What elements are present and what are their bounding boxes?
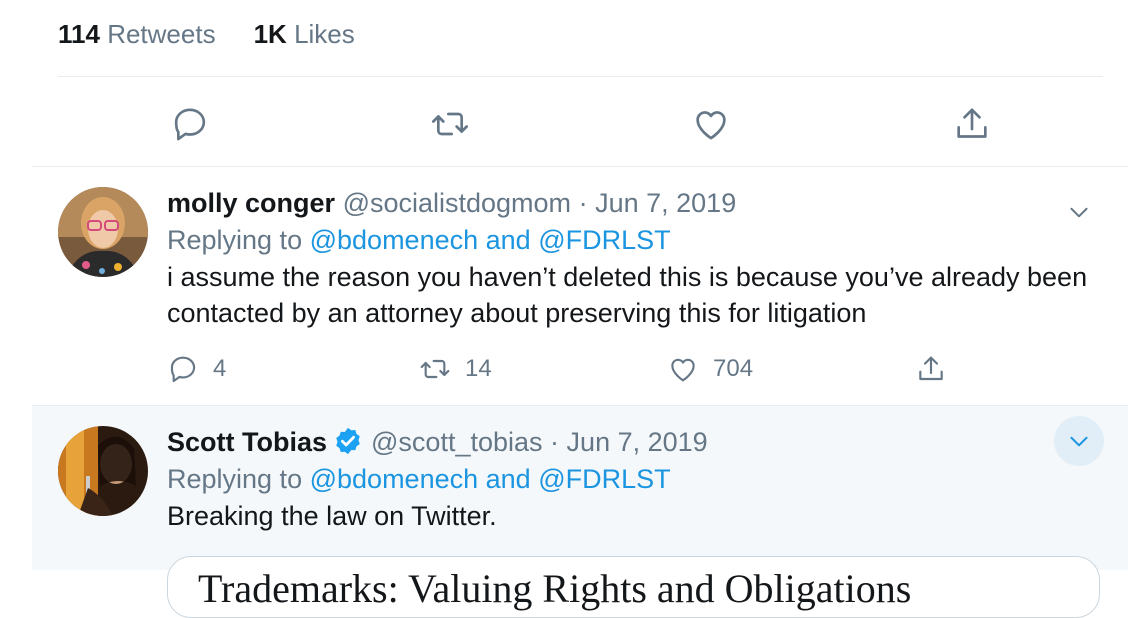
avatar-image — [58, 426, 148, 516]
separator: · — [578, 188, 588, 218]
tweet-date[interactable]: Jun 7, 2019 — [567, 427, 708, 457]
replying-to: Replying to @bdomenech and @FDRLST — [167, 460, 1088, 498]
tweet-menu-button[interactable] — [1054, 416, 1104, 466]
verified-badge-icon — [336, 427, 360, 455]
reply-tweet[interactable]: molly conger @socialistdogmom · Jun 7, 2… — [32, 167, 1128, 406]
avatar[interactable] — [58, 426, 148, 516]
user-handle[interactable]: @socialistdogmom — [343, 188, 572, 218]
link-card[interactable]: Trademarks: Valuing Rights and Obligatio… — [167, 556, 1100, 618]
likes-count: 1K — [253, 18, 287, 49]
replying-prefix: Replying to — [167, 225, 303, 255]
likes-stat[interactable]: 1K Likes — [254, 19, 355, 50]
reply-icon — [174, 108, 206, 141]
share-icon — [957, 108, 987, 138]
replying-to: Replying to @bdomenech and @FDRLST — [167, 221, 1088, 259]
avatar[interactable] — [58, 187, 148, 277]
retweet-icon — [420, 359, 450, 379]
tweet-stats: 114 Retweets 1K Likes — [58, 14, 393, 54]
avatar-image — [58, 187, 148, 277]
chevron-down-icon — [1070, 436, 1088, 447]
retweet-count: 14 — [465, 355, 492, 382]
user-name[interactable]: Scott Tobias — [167, 427, 327, 457]
tweet-menu-button[interactable] — [1054, 187, 1104, 237]
mention-link[interactable]: @FDRLST — [538, 464, 670, 494]
share-button[interactable] — [944, 96, 1000, 152]
and-text: and — [485, 225, 531, 255]
like-count: 704 — [713, 355, 754, 382]
likes-label: Likes — [294, 18, 355, 49]
separator: · — [550, 427, 560, 457]
mention-link[interactable]: @FDRLST — [538, 225, 670, 255]
reply-button[interactable] — [162, 96, 218, 152]
mention-link[interactable]: @bdomenech — [310, 464, 479, 494]
tweet-header: Scott Tobias @scott_tobias · Jun 7, 2019 — [167, 424, 1088, 460]
reply-count: 4 — [213, 355, 227, 382]
chevron-down-icon — [1070, 207, 1088, 218]
like-button[interactable] — [683, 96, 739, 152]
retweets-label: Retweets — [107, 18, 216, 49]
reply-button[interactable]: 4 — [167, 349, 226, 389]
mention-link[interactable]: @bdomenech — [310, 225, 479, 255]
retweet-icon — [432, 112, 468, 136]
like-button[interactable]: 704 — [667, 349, 753, 389]
share-icon — [919, 356, 943, 381]
retweets-stat[interactable]: 114 Retweets — [58, 19, 216, 50]
tweet-text: Breaking the law on Twitter. — [167, 501, 497, 531]
retweet-button[interactable]: 14 — [419, 349, 492, 389]
reply-icon — [170, 356, 196, 383]
reply-tweet[interactable]: Scott Tobias @scott_tobias · Jun 7, 2019 … — [32, 406, 1128, 618]
main-tweet-actions — [0, 96, 1128, 152]
tweet-actions: 4 14 704 — [167, 349, 967, 389]
share-button[interactable] — [915, 349, 961, 389]
and-text: and — [485, 464, 531, 494]
heart-icon — [671, 358, 695, 382]
tweet-date[interactable]: Jun 7, 2019 — [595, 188, 736, 218]
divider — [58, 76, 1103, 77]
user-name[interactable]: molly conger — [167, 188, 335, 218]
heart-icon — [696, 111, 726, 140]
replying-prefix: Replying to — [167, 464, 303, 494]
retweet-button[interactable] — [422, 96, 478, 152]
retweets-count: 114 — [58, 18, 100, 49]
tweet-text: i assume the reason you haven’t deleted … — [167, 262, 1088, 328]
card-title: Trademarks: Valuing Rights and Obligatio… — [198, 566, 912, 611]
tweet-header: molly conger @socialistdogmom · Jun 7, 2… — [167, 185, 1088, 221]
user-handle[interactable]: @scott_tobias — [371, 427, 543, 457]
